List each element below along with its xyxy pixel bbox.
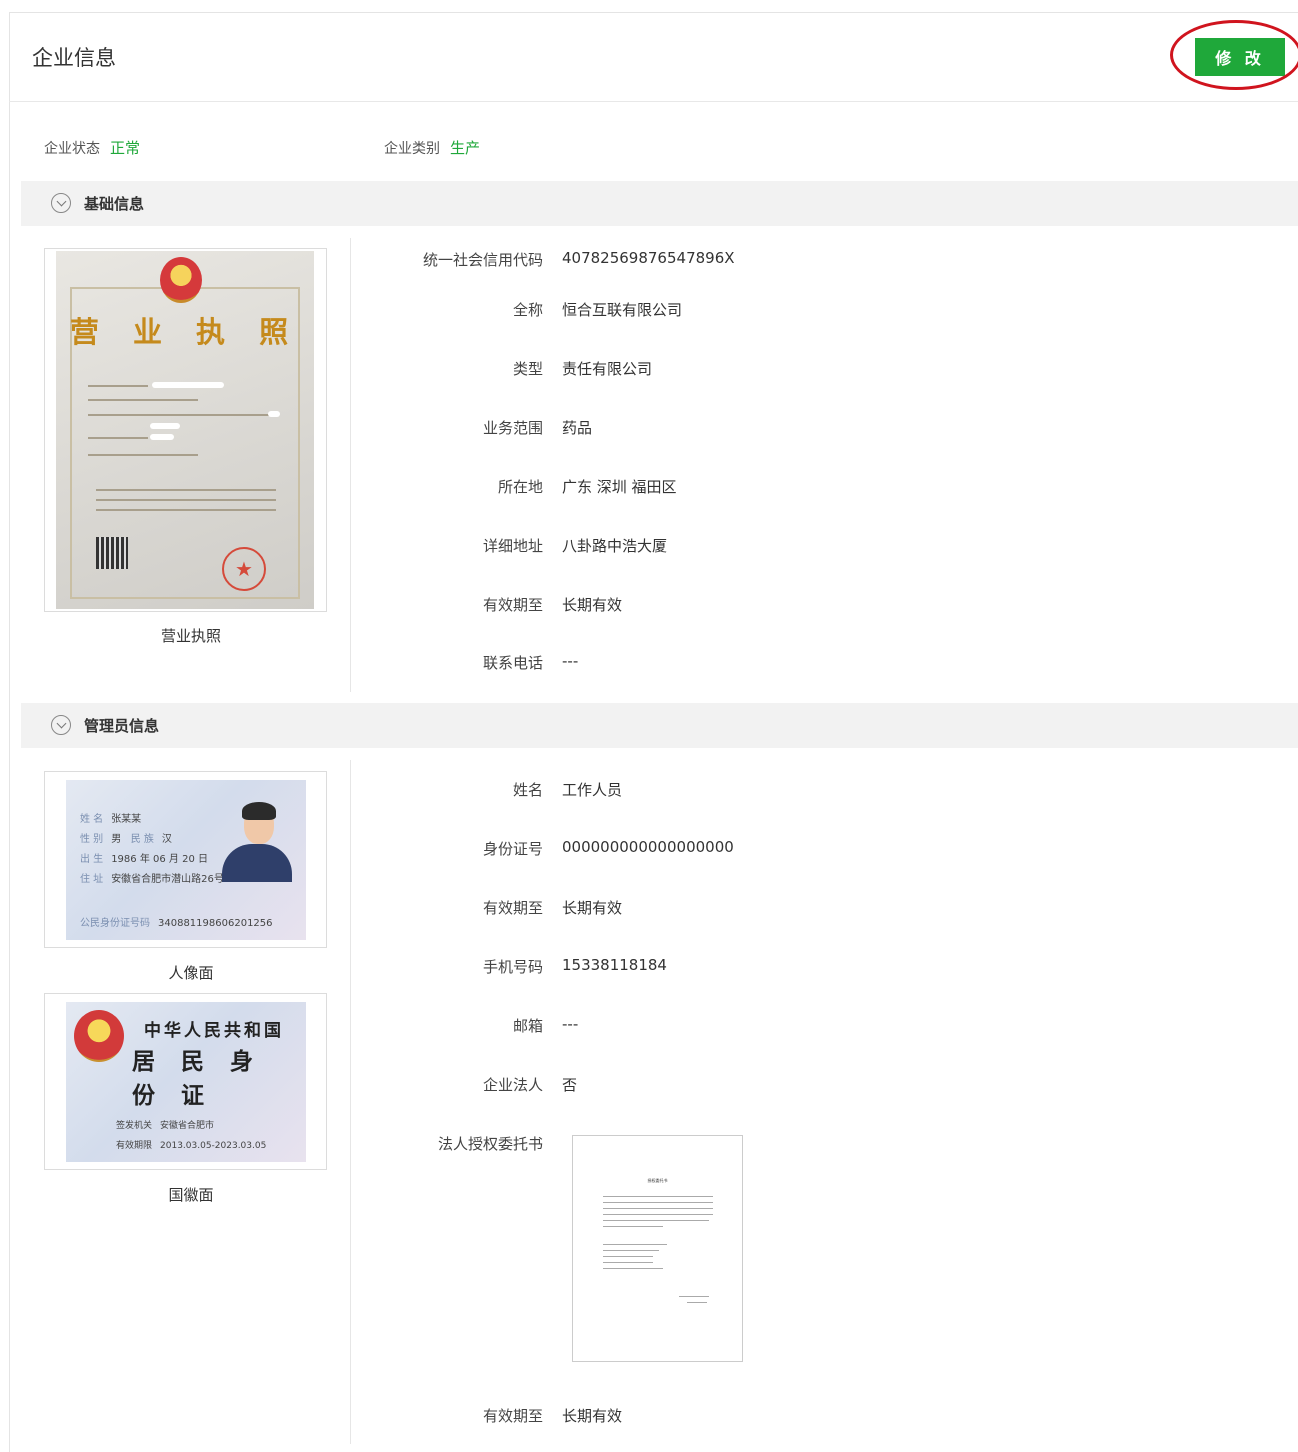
field-value: 长期有效 bbox=[562, 1407, 623, 1425]
field-label: 统一社会信用代码 bbox=[422, 251, 543, 269]
field-label: 有效期至 bbox=[482, 1407, 543, 1425]
field-value: 工作人员 bbox=[562, 781, 623, 799]
business-license-picture: 营 业 执 照 ★ bbox=[56, 251, 314, 609]
company-status-label: 企业状态 bbox=[44, 141, 100, 157]
field-label: 身份证号 bbox=[482, 840, 543, 858]
field-value: 长期有效 bbox=[562, 596, 623, 614]
edit-button[interactable]: 修 改 bbox=[1195, 38, 1285, 76]
basic-info-section-header[interactable]: 基础信息 bbox=[21, 181, 1298, 226]
admin-info-title: 管理员信息 bbox=[84, 717, 160, 735]
field-value: 15338118184 bbox=[562, 956, 667, 974]
avatar bbox=[222, 844, 292, 882]
collapse-chevron-icon[interactable] bbox=[51, 715, 71, 735]
national-emblem-icon bbox=[160, 257, 202, 303]
divider bbox=[350, 238, 351, 692]
field-label: 有效期至 bbox=[482, 596, 543, 614]
auth-letter-label: 法人授权委托书 bbox=[437, 1135, 543, 1153]
field-label: 全称 bbox=[512, 301, 543, 319]
id-back-caption: 国徽面 bbox=[168, 1186, 214, 1204]
field-label: 业务范围 bbox=[482, 419, 543, 437]
field-value: 广东 深圳 福田区 bbox=[562, 478, 677, 496]
seal-stamp-icon: ★ bbox=[222, 547, 266, 591]
divider bbox=[350, 760, 351, 1444]
field-value: 恒合互联有限公司 bbox=[562, 301, 683, 319]
qr-code-icon bbox=[96, 537, 128, 569]
field-label: 姓名 bbox=[512, 781, 543, 799]
id-card-back-picture: 中华人民共和国 居 民 身 份 证 签发机关 安徽省合肥市 有效期限 2013.03… bbox=[66, 1002, 306, 1162]
field-value: 药品 bbox=[562, 419, 593, 437]
field-label: 所在地 bbox=[497, 478, 543, 496]
admin-info-section-header[interactable]: 管理员信息 bbox=[21, 703, 1298, 748]
id-front-caption: 人像面 bbox=[168, 964, 214, 982]
id-card-back-image[interactable]: 中华人民共和国 居 民 身 份 证 签发机关 安徽省合肥市 有效期限 2013.03… bbox=[44, 993, 327, 1170]
field-value: --- bbox=[562, 652, 579, 670]
field-value: 长期有效 bbox=[562, 899, 623, 917]
business-license-image[interactable]: 营 业 执 照 ★ bbox=[44, 248, 327, 612]
field-label: 手机号码 bbox=[482, 958, 543, 976]
field-value: 000000000000000000 bbox=[562, 838, 734, 856]
company-status: 企业状态 正常 bbox=[44, 137, 140, 158]
field-label: 邮箱 bbox=[512, 1017, 543, 1035]
field-value: 责任有限公司 bbox=[562, 360, 653, 378]
authorization-letter-title: 授权委托书 bbox=[647, 1178, 668, 1183]
page-title: 企业信息 bbox=[32, 46, 116, 70]
authorization-letter-image[interactable]: 授权委托书 bbox=[572, 1135, 743, 1362]
id-card-front-picture: 姓 名张某某 性 别男 民 族汉 出 生 1986 年 06 月 20 日 住 址… bbox=[66, 780, 306, 940]
field-label: 企业法人 bbox=[482, 1076, 543, 1094]
license-heading: 营 业 执 照 bbox=[69, 315, 301, 349]
page-header: 企业信息 修 改 bbox=[9, 12, 1298, 102]
id-card-front-image[interactable]: 姓 名张某某 性 别男 民 族汉 出 生 1986 年 06 月 20 日 住 址… bbox=[44, 771, 327, 948]
basic-info-title: 基础信息 bbox=[84, 195, 145, 213]
national-emblem-icon bbox=[74, 1010, 124, 1062]
field-value: 八卦路中浩大厦 bbox=[562, 537, 668, 555]
company-category: 企业类别 生产 bbox=[384, 137, 480, 158]
company-status-value: 正常 bbox=[110, 139, 141, 157]
collapse-chevron-icon[interactable] bbox=[51, 193, 71, 213]
field-label: 详细地址 bbox=[482, 537, 543, 555]
field-value: 40782569876547896X bbox=[562, 249, 735, 267]
field-value: 否 bbox=[562, 1076, 578, 1094]
field-label: 类型 bbox=[512, 360, 543, 378]
company-category-value: 生产 bbox=[450, 139, 481, 157]
field-value: --- bbox=[562, 1015, 579, 1033]
license-caption: 营业执照 bbox=[160, 627, 221, 645]
field-label: 有效期至 bbox=[482, 899, 543, 917]
field-label: 联系电话 bbox=[482, 654, 543, 672]
company-category-label: 企业类别 bbox=[384, 141, 440, 157]
